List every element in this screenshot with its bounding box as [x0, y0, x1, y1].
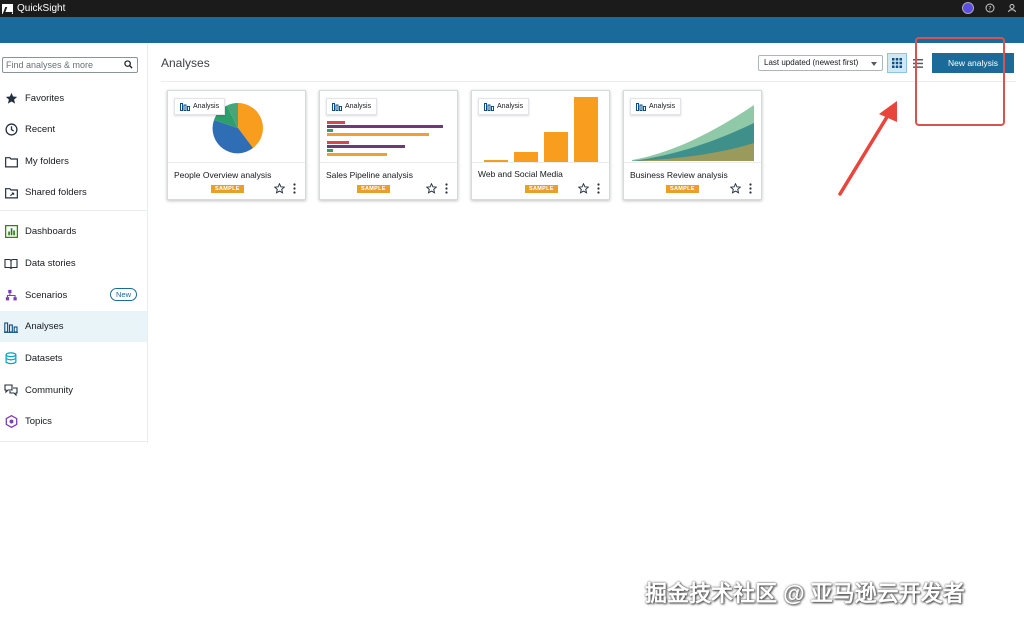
analysis-card[interactable]: Analysis Web and Social Media SAMPLE [471, 90, 610, 200]
analysis-tag-label: Analysis [649, 103, 676, 110]
sidebar-item-label: Dashboards [25, 226, 77, 237]
help-icon[interactable]: ? [984, 2, 996, 14]
sidebar-item-label: Recent [25, 124, 56, 135]
analysis-card[interactable]: Analysis Business Review analysis SAMPLE [623, 90, 762, 200]
more-options-icon[interactable] [293, 183, 296, 194]
sort-selected-value: Last updated (newest first) [764, 58, 859, 67]
star-outline-icon[interactable] [274, 183, 285, 194]
sidebar-item-my-folders[interactable]: My folders [0, 146, 147, 177]
analysis-icon [4, 320, 18, 334]
more-options-icon[interactable] [749, 183, 752, 194]
star-outline-icon[interactable] [426, 183, 437, 194]
watermark-text: 掘金技术社区 @ 亚马逊云开发者 [645, 581, 965, 606]
card-thumbnail: Analysis [624, 91, 761, 163]
sidebar-item-data-stories[interactable]: Data stories [0, 248, 147, 279]
header-band [0, 17, 1024, 43]
analysis-tag-label: Analysis [193, 103, 220, 110]
more-options-icon[interactable] [445, 183, 448, 194]
page-title: Analyses [161, 56, 210, 70]
sidebar-item-label: Data stories [25, 258, 76, 269]
sidebar-bottom-divider [0, 441, 147, 442]
analysis-tag: Analysis [174, 98, 226, 115]
sample-badge: SAMPLE [357, 185, 390, 193]
sample-badge: SAMPLE [666, 185, 699, 193]
search-icon[interactable] [124, 60, 133, 69]
sidebar-item-shared-folders[interactable]: Shared folders [0, 177, 147, 208]
sidebar-item-label: Favorites [25, 93, 65, 104]
analysis-tag-label: Analysis [497, 103, 524, 110]
analysis-tag: Analysis [630, 98, 682, 115]
analysis-card[interactable]: Analysis People Overview analysis SAMPLE [167, 90, 306, 200]
star-outline-icon[interactable] [578, 183, 589, 194]
bar-chart-thumbnail [327, 121, 443, 156]
analysis-tag: Analysis [326, 98, 378, 115]
card-title[interactable]: Business Review analysis [630, 170, 728, 180]
folder-icon [4, 155, 18, 169]
search-input[interactable]: Find analyses & more [2, 57, 138, 73]
analysis-icon [636, 103, 646, 111]
topics-icon [4, 415, 18, 429]
analysis-icon [180, 103, 190, 111]
sidebar-item-label: Shared folders [25, 187, 87, 198]
user-icon[interactable] [1006, 2, 1018, 14]
quicksight-logo-icon [2, 3, 13, 14]
card-thumbnail: Analysis [320, 91, 457, 163]
app-name: QuickSight [17, 3, 66, 14]
card-thumbnail: Analysis [168, 91, 305, 163]
star-outline-icon[interactable] [730, 183, 741, 194]
red-arrow-annotation [838, 101, 897, 196]
sidebar-item-analyses[interactable]: Analyses [0, 311, 147, 342]
sample-badge: SAMPLE [211, 185, 244, 193]
analysis-icon [332, 103, 342, 111]
grid-view-button[interactable] [887, 53, 907, 73]
sidebar-item-label: Analyses [25, 321, 64, 332]
star-filled-icon [4, 92, 18, 106]
sidebar-item-label: Scenarios [25, 290, 68, 301]
sidebar-item-recent[interactable]: Recent [0, 114, 147, 145]
top-bar: QuickSight ? [0, 0, 1024, 17]
analysis-card[interactable]: Analysis Sales Pipeline analysis SAMPLE [319, 90, 458, 200]
new-badge: New [110, 288, 138, 301]
analysis-icon [484, 103, 494, 111]
sidebar-item-favorites[interactable]: Favorites [0, 83, 147, 114]
sidebar-item-label: My folders [25, 156, 69, 167]
header-divider [161, 81, 1016, 82]
sidebar-item-label: Topics [25, 416, 52, 427]
sidebar-item-label: Community [25, 385, 74, 396]
book-icon [4, 257, 18, 271]
sidebar-item-dashboards[interactable]: Dashboards [0, 216, 147, 247]
analysis-tag: Analysis [478, 98, 530, 115]
dataset-icon [4, 352, 18, 366]
card-title[interactable]: Web and Social Media [478, 169, 563, 179]
sort-dropdown[interactable]: Last updated (newest first) [758, 55, 883, 71]
account-avatar-icon[interactable] [962, 2, 974, 14]
card-title[interactable]: People Overview analysis [174, 170, 271, 180]
chevron-down-icon [871, 62, 877, 66]
sidebar-item-label: Datasets [25, 353, 63, 364]
card-title[interactable]: Sales Pipeline analysis [326, 170, 413, 180]
sidebar-item-scenarios[interactable]: Scenarios New [0, 280, 147, 311]
more-options-icon[interactable] [597, 183, 600, 194]
sidebar-item-topics[interactable]: Topics [0, 406, 147, 437]
search-placeholder: Find analyses & more [6, 60, 94, 70]
scenario-icon [4, 289, 18, 303]
community-icon [4, 384, 18, 398]
sidebar-divider [0, 210, 147, 211]
highlight-box-annotation [915, 37, 1005, 126]
clock-icon [4, 123, 18, 137]
svg-text:?: ? [988, 6, 991, 13]
dashboard-icon [4, 225, 18, 239]
sidebar-item-community[interactable]: Community [0, 375, 147, 406]
grid-icon [892, 58, 902, 68]
analysis-tag-label: Analysis [345, 103, 372, 110]
sample-badge: SAMPLE [525, 185, 558, 193]
card-thumbnail: Analysis [472, 91, 609, 163]
shared-folder-icon [4, 186, 18, 200]
app-logo[interactable]: QuickSight [2, 3, 65, 14]
sidebar-item-datasets[interactable]: Datasets [0, 343, 147, 374]
